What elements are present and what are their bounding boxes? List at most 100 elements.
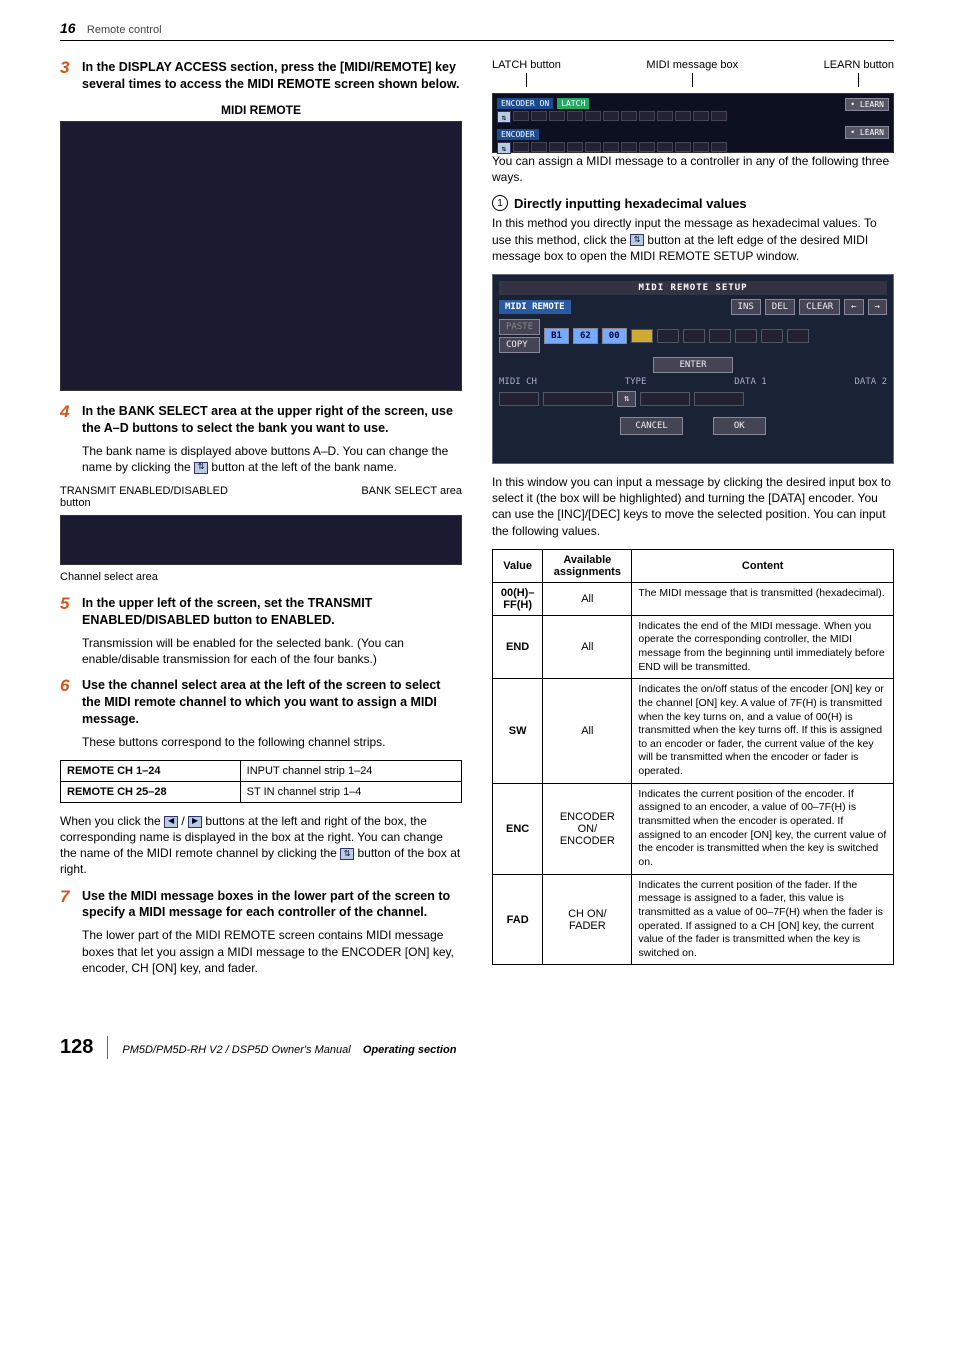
after-setup-text: In this window you can input a message b… bbox=[492, 474, 894, 539]
figure-2-callouts: TRANSMIT ENABLED/DISABLED button BANK SE… bbox=[60, 485, 462, 509]
cell-content: Indicates the on/off status of the encod… bbox=[632, 679, 894, 783]
cell: REMOTE CH 25–28 bbox=[61, 781, 241, 802]
footer-section-name: Operating section bbox=[363, 1044, 457, 1056]
encoder-on-label: ENCODER ON bbox=[497, 98, 553, 109]
callout-learn-button: LEARN button bbox=[824, 59, 894, 89]
page-header: 16 Remote control bbox=[60, 20, 894, 41]
callout-transmit-button: TRANSMIT ENABLED/DISABLED button bbox=[60, 485, 259, 509]
circled-number-icon: 1 bbox=[492, 195, 508, 211]
spinner-icon: ⇅ bbox=[617, 391, 636, 407]
setup-title: MIDI REMOTE SETUP bbox=[499, 281, 887, 295]
table-row: REMOTE CH 25–28 ST IN channel strip 1–4 bbox=[61, 781, 462, 802]
cell-assign: CH ON/ FADER bbox=[543, 874, 632, 965]
figure-3-callouts: LATCH button MIDI message box LEARN butt… bbox=[492, 59, 894, 89]
hex-row: ⇅ bbox=[497, 111, 889, 123]
cell: ST IN channel strip 1–4 bbox=[240, 781, 461, 802]
cancel-button: CANCEL bbox=[620, 417, 683, 435]
step-4-body: The bank name is displayed above buttons… bbox=[82, 443, 462, 475]
table-header-row: Value Available assignments Content bbox=[493, 549, 894, 582]
data2-label: DATA 2 bbox=[854, 377, 887, 387]
step-5: 5 In the upper left of the screen, set t… bbox=[60, 595, 462, 629]
step-3: 3 In the DISPLAY ACCESS section, press t… bbox=[60, 59, 462, 93]
enter-button: ENTER bbox=[653, 357, 733, 373]
hex-row: ⇅ bbox=[497, 142, 889, 154]
hex-value: 00 bbox=[602, 328, 627, 344]
footer-text: PM5D/PM5D-RH V2 / DSP5D Owner's Manual O… bbox=[122, 1044, 456, 1056]
step-6-body: These buttons correspond to the followin… bbox=[82, 734, 462, 750]
th-content: Content bbox=[632, 549, 894, 582]
arrow-left-button: ← bbox=[844, 299, 863, 315]
after-table-6-text: When you click the ◀ / ▶ buttons at the … bbox=[60, 813, 462, 878]
step-6: 6 Use the channel select area at the lef… bbox=[60, 677, 462, 728]
cell: REMOTE CH 1–24 bbox=[61, 760, 241, 781]
cell-value: END bbox=[493, 615, 543, 679]
page-number-top: 16 bbox=[60, 20, 76, 36]
midich-label: MIDI CH bbox=[499, 377, 537, 387]
step-number: 5 bbox=[60, 595, 76, 629]
callout-channel-select: Channel select area bbox=[60, 571, 462, 583]
hex-value: 62 bbox=[573, 328, 598, 344]
paste-button: PASTE bbox=[499, 319, 540, 335]
table-row: END All Indicates the end of the MIDI me… bbox=[493, 615, 894, 679]
step-4: 4 In the BANK SELECT area at the upper r… bbox=[60, 403, 462, 437]
type-label: TYPE bbox=[625, 377, 647, 387]
cell-content: Indicates the end of the MIDI message. W… bbox=[632, 615, 894, 679]
cell-content: Indicates the current position of the fa… bbox=[632, 874, 894, 965]
ins-button: INS bbox=[731, 299, 761, 315]
step-5-body: Transmission will be enabled for the sel… bbox=[82, 635, 462, 667]
cell-assign: ENCODER ON/ ENCODER bbox=[543, 783, 632, 874]
cell-assign: All bbox=[543, 679, 632, 783]
cell-content: Indicates the current position of the en… bbox=[632, 783, 894, 874]
figure-bank-select bbox=[60, 515, 462, 565]
step-text: In the DISPLAY ACCESS section, press the… bbox=[82, 59, 462, 93]
step-number: 6 bbox=[60, 677, 76, 728]
del-button: DEL bbox=[765, 299, 795, 315]
content-columns: 3 In the DISPLAY ACCESS section, press t… bbox=[60, 59, 894, 986]
callout-line-icon bbox=[692, 73, 693, 87]
callout-bank-select: BANK SELECT area bbox=[263, 485, 462, 509]
step-text: In the upper left of the screen, set the… bbox=[82, 595, 462, 629]
callout-label: LATCH button bbox=[492, 59, 561, 71]
step-7: 7 Use the MIDI message boxes in the lowe… bbox=[60, 888, 462, 922]
clear-button: CLEAR bbox=[799, 299, 840, 315]
cell-value: 00(H)–FF(H) bbox=[493, 582, 543, 615]
cell: INPUT channel strip 1–24 bbox=[240, 760, 461, 781]
cell-value: SW bbox=[493, 679, 543, 783]
table-row: FAD CH ON/ FADER Indicates the current p… bbox=[493, 874, 894, 965]
remote-channel-table: REMOTE CH 1–24 INPUT channel strip 1–24 … bbox=[60, 760, 462, 803]
figure-midi-remote-setup: MIDI REMOTE SETUP MIDI REMOTE INS DEL CL… bbox=[492, 274, 894, 464]
subheading-text: Directly inputting hexadecimal values bbox=[514, 196, 747, 211]
table-row: SW All Indicates the on/off status of th… bbox=[493, 679, 894, 783]
learn-button: • LEARN bbox=[845, 126, 889, 139]
copy-button: COPY bbox=[499, 337, 540, 353]
callout-midi-message-box: MIDI message box bbox=[646, 59, 738, 89]
setup-label: MIDI REMOTE bbox=[499, 300, 571, 314]
learn-button: • LEARN bbox=[845, 98, 889, 111]
spinner-icon: ⇅ bbox=[194, 462, 208, 474]
sub1-body-text: In this method you directly input the me… bbox=[492, 215, 894, 264]
cell-value: ENC bbox=[493, 783, 543, 874]
callout-latch-button: LATCH button bbox=[492, 59, 561, 89]
data1-label: DATA 1 bbox=[734, 377, 767, 387]
step-number: 7 bbox=[60, 888, 76, 922]
spinner-icon: ⇅ bbox=[497, 111, 511, 123]
cell-value: FAD bbox=[493, 874, 543, 965]
right-intro-text: You can assign a MIDI message to a contr… bbox=[492, 153, 894, 185]
ok-button: OK bbox=[713, 417, 766, 435]
callout-label: MIDI message box bbox=[646, 59, 738, 71]
figure-learn-block: ENCODER ON LATCH • LEARN ⇅ ENCODER • LEA… bbox=[492, 93, 894, 153]
cell-assign: All bbox=[543, 582, 632, 615]
table-row: ENC ENCODER ON/ ENCODER Indicates the cu… bbox=[493, 783, 894, 874]
cell-assign: All bbox=[543, 615, 632, 679]
footer-manual-name: PM5D/PM5D-RH V2 / DSP5D Owner's Manual bbox=[122, 1044, 350, 1056]
section-label: Remote control bbox=[87, 24, 162, 36]
arrow-left-icon: ◀ bbox=[164, 816, 178, 828]
callout-line-icon bbox=[526, 73, 527, 87]
cell-content: The MIDI message that is transmitted (he… bbox=[632, 582, 894, 615]
table-row: 00(H)–FF(H) All The MIDI message that is… bbox=[493, 582, 894, 615]
step-number: 4 bbox=[60, 403, 76, 437]
table-row: REMOTE CH 1–24 INPUT channel strip 1–24 bbox=[61, 760, 462, 781]
value-table: Value Available assignments Content 00(H… bbox=[492, 549, 894, 966]
step-text: In the BANK SELECT area at the upper rig… bbox=[82, 403, 462, 437]
left-column: 3 In the DISPLAY ACCESS section, press t… bbox=[60, 59, 462, 986]
